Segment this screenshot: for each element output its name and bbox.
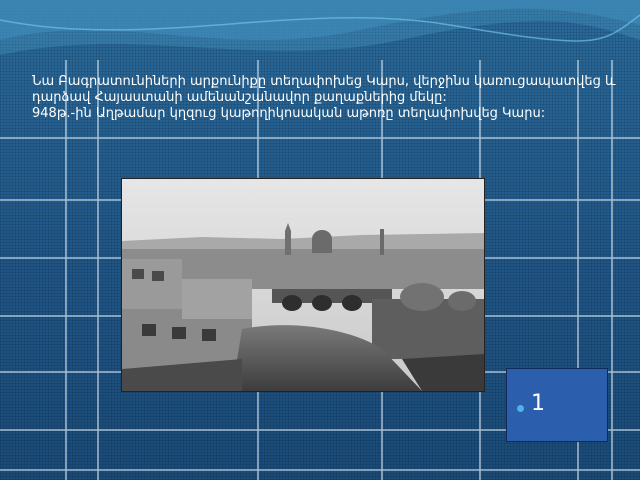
- historic-city-photo: [121, 178, 485, 392]
- caption-box: 1: [506, 368, 608, 442]
- caption-label: 1: [531, 391, 545, 416]
- bullet-icon: [517, 405, 524, 412]
- slide-body-text: Նա Բագրատունիների արքունիքը տեղափոխեց Կա…: [32, 74, 616, 121]
